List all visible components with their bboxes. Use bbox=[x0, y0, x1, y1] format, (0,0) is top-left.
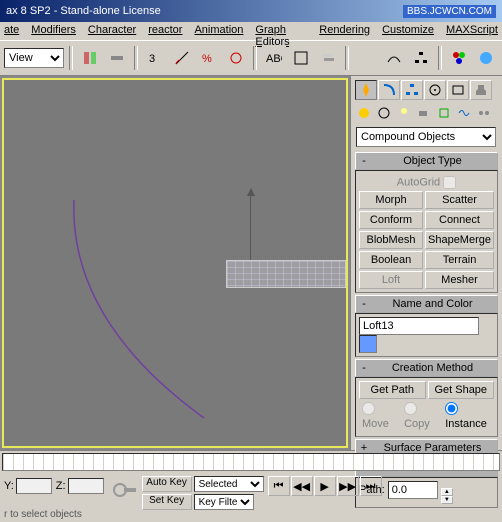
shapemerge-button[interactable]: ShapeMerge bbox=[425, 231, 494, 249]
spline-curve bbox=[64, 200, 214, 420]
menu-animation[interactable]: Animation bbox=[194, 24, 243, 38]
timeline[interactable] bbox=[0, 450, 502, 474]
systems-icon[interactable] bbox=[475, 104, 493, 122]
utilities-tab[interactable] bbox=[470, 80, 492, 100]
playback-controls: ⏮ ◀◀ ▶ ▶▶ ⏭ bbox=[268, 476, 382, 520]
get-shape-button[interactable]: Get Shape bbox=[428, 381, 495, 399]
y-coordinate-field[interactable]: Y: bbox=[4, 478, 52, 494]
display-tab[interactable] bbox=[447, 80, 469, 100]
goto-start-button[interactable]: ⏮ bbox=[268, 476, 290, 496]
modify-tab[interactable] bbox=[378, 80, 400, 100]
viewport-container bbox=[0, 76, 350, 450]
set-key-icon[interactable] bbox=[110, 476, 138, 504]
geometry-icon[interactable] bbox=[355, 104, 373, 122]
z-coordinate-field[interactable]: Z: bbox=[56, 478, 104, 494]
boolean-button[interactable]: Boolean bbox=[359, 251, 423, 269]
main-toolbar: View 3 % ABC bbox=[0, 40, 502, 76]
schematic-view-button[interactable] bbox=[409, 46, 433, 70]
conform-button[interactable]: Conform bbox=[359, 211, 423, 229]
percent-snap-button[interactable]: % bbox=[197, 46, 221, 70]
menu-character[interactable]: Character bbox=[88, 24, 136, 38]
align-button[interactable] bbox=[105, 46, 129, 70]
command-panel-tabs bbox=[353, 78, 500, 102]
selection-filter-button[interactable] bbox=[289, 46, 313, 70]
shapes-icon[interactable] bbox=[375, 104, 393, 122]
cameras-icon[interactable] bbox=[415, 104, 433, 122]
mirror-button[interactable] bbox=[78, 46, 102, 70]
get-path-button[interactable]: Get Path bbox=[359, 381, 426, 399]
next-frame-button[interactable]: ▶▶ bbox=[337, 476, 359, 496]
create-category-row bbox=[353, 102, 500, 124]
menu-graph-editors[interactable]: Graph Editors bbox=[255, 24, 307, 38]
path-spinner[interactable]: ▲▼ bbox=[441, 488, 453, 504]
auto-key-button[interactable]: Auto Key bbox=[142, 476, 192, 492]
category-dropdown[interactable]: Compound Objects bbox=[356, 127, 496, 147]
svg-text:ABC: ABC bbox=[266, 53, 282, 65]
connect-button[interactable]: Connect bbox=[425, 211, 494, 229]
menu-create[interactable]: ate bbox=[4, 24, 19, 38]
svg-text:3: 3 bbox=[149, 53, 155, 65]
svg-text:%: % bbox=[202, 53, 212, 65]
path-value-input[interactable] bbox=[388, 481, 438, 499]
spacewarps-icon[interactable] bbox=[455, 104, 473, 122]
motion-tab[interactable] bbox=[424, 80, 446, 100]
helpers-icon[interactable] bbox=[435, 104, 453, 122]
material-editor-button[interactable] bbox=[447, 46, 471, 70]
prev-frame-button[interactable]: ◀◀ bbox=[291, 476, 313, 496]
lights-icon[interactable] bbox=[395, 104, 413, 122]
hierarchy-tab[interactable] bbox=[401, 80, 423, 100]
angle-snap-button[interactable] bbox=[170, 46, 194, 70]
terrain-button[interactable]: Terrain bbox=[425, 251, 494, 269]
menu-reactor[interactable]: reactor bbox=[148, 24, 182, 38]
prompt-line: r to select objects bbox=[4, 509, 82, 520]
transform-gizmo[interactable] bbox=[250, 190, 251, 260]
menu-rendering[interactable]: Rendering bbox=[319, 24, 370, 38]
render-button[interactable] bbox=[474, 46, 498, 70]
layer-button[interactable] bbox=[316, 46, 340, 70]
move-radio: Move bbox=[362, 402, 396, 430]
object-name-input[interactable] bbox=[359, 317, 479, 335]
creation-method-header[interactable]: -Creation Method bbox=[355, 359, 498, 377]
active-viewport[interactable] bbox=[2, 78, 348, 448]
name-color-header[interactable]: -Name and Color bbox=[355, 295, 498, 313]
object-type-rollout: -Object Type AutoGrid Morph Scatter Conf… bbox=[355, 152, 498, 293]
menu-modifiers[interactable]: Modifiers bbox=[31, 24, 76, 38]
watermark-badge: BBS.JCWCN.COM bbox=[403, 5, 496, 18]
autogrid-checkbox: AutoGrid bbox=[359, 174, 494, 191]
blobmesh-button[interactable]: BlobMesh bbox=[359, 231, 423, 249]
window-titlebar: ax 8 SP2 - Stand-alone License BBS.JCWCN… bbox=[0, 0, 502, 22]
goto-end-button[interactable]: ⏭ bbox=[360, 476, 382, 496]
set-key-button[interactable]: Set Key bbox=[142, 494, 192, 510]
loft-mesh-object[interactable] bbox=[226, 260, 346, 288]
time-slider[interactable] bbox=[2, 453, 500, 471]
mesher-button[interactable]: Mesher bbox=[425, 271, 494, 289]
key-selection-dropdown[interactable]: Selected bbox=[194, 476, 264, 492]
main-menubar[interactable]: ate Modifiers Character reactor Animatio… bbox=[0, 22, 502, 40]
menu-customize[interactable]: Customize bbox=[382, 24, 434, 38]
window-title: ax 8 SP2 - Stand-alone License bbox=[6, 5, 403, 17]
morph-button[interactable]: Morph bbox=[359, 191, 423, 209]
scatter-button[interactable]: Scatter bbox=[425, 191, 494, 209]
name-color-rollout: -Name and Color bbox=[355, 295, 498, 357]
copy-radio: Copy bbox=[404, 402, 437, 430]
snap-toggle-button[interactable]: 3 bbox=[143, 46, 167, 70]
instance-radio[interactable]: Instance bbox=[445, 402, 491, 430]
menu-maxscript[interactable]: MAXScript bbox=[446, 24, 498, 38]
command-panel: Compound Objects -Object Type AutoGrid M… bbox=[350, 76, 502, 450]
creation-method-rollout: -Creation Method Get Path Get Shape Move… bbox=[355, 359, 498, 437]
view-selector[interactable]: View bbox=[4, 48, 64, 68]
loft-button[interactable]: Loft bbox=[359, 271, 423, 289]
named-selection-button[interactable]: ABC bbox=[262, 46, 286, 70]
object-color-swatch[interactable] bbox=[359, 335, 377, 353]
create-tab[interactable] bbox=[355, 80, 377, 100]
key-filters-dropdown[interactable]: Key Filters... bbox=[194, 494, 254, 510]
curve-editor-button[interactable] bbox=[382, 46, 406, 70]
object-type-header[interactable]: -Object Type bbox=[355, 152, 498, 170]
spinner-snap-button[interactable] bbox=[224, 46, 248, 70]
play-button[interactable]: ▶ bbox=[314, 476, 336, 496]
